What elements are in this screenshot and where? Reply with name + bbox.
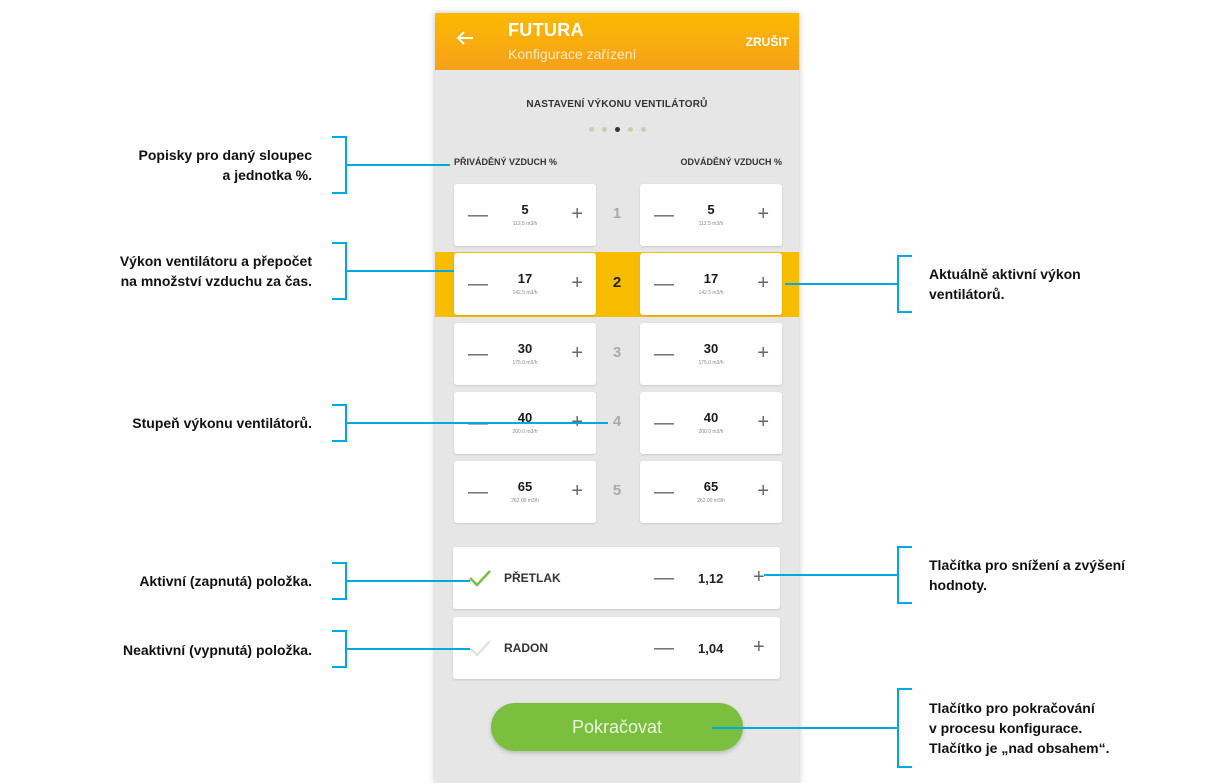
toggle-value: 1,12: [698, 571, 724, 586]
annotation-line: hodnoty.: [929, 577, 988, 593]
app-bar: FUTURA Konfigurace zařízení ZRUŠIT: [435, 13, 799, 70]
annotation-line: Tlačítko pro pokračování: [929, 700, 1095, 716]
toggle-value: 1,04: [698, 641, 724, 656]
continue-button[interactable]: Pokračovat: [491, 703, 743, 751]
level-number[interactable]: 5: [605, 482, 629, 499]
increase-button[interactable]: +: [757, 481, 769, 501]
annotation-line: Popisky pro daný sloupec: [138, 147, 313, 163]
increase-button[interactable]: +: [571, 204, 583, 224]
page-dot: [588, 127, 594, 132]
annotation-buttons: Tlačítka pro snížení a zvýšení hodnoty.: [929, 555, 1125, 595]
app-subtitle: Konfigurace zařízení: [508, 46, 637, 62]
supply-column-header: PŘIVÁDĚNÝ VZDUCH %: [454, 157, 558, 167]
level-number[interactable]: 3: [605, 344, 629, 361]
supply-card-level-2: —17 142.5 m3/h +: [454, 253, 596, 315]
toggle-label: RADON: [504, 641, 548, 655]
phone-screen: FUTURA Konfigurace zařízení ZRUŠIT NASTA…: [435, 13, 799, 783]
toggle-item-radon[interactable]: RADON — 1,04 +: [453, 617, 780, 679]
toggle-item-overpressure[interactable]: PŘETLAK — 1,12 +: [453, 547, 780, 609]
toggle-label: PŘETLAK: [504, 571, 561, 585]
annotation-line: Tlačítka pro snížení a zvýšení: [929, 557, 1126, 573]
decrease-button[interactable]: —: [654, 638, 674, 658]
exhaust-card-level-2: —17 142.5 m3/h +: [640, 253, 782, 315]
exhaust-column-header: ODVÁDĚNÝ VZDUCH %: [680, 157, 782, 167]
annotation-line: v procesu konfigurace.: [929, 720, 1083, 736]
annotation-line: Aktuálně aktivní výkon: [929, 266, 1081, 282]
increase-button[interactable]: +: [571, 481, 583, 501]
check-icon[interactable]: [468, 638, 492, 658]
annotation-continue: Tlačítko pro pokračování v procesu konfi…: [929, 698, 1110, 758]
increase-button[interactable]: +: [571, 343, 583, 363]
level-number[interactable]: 1: [605, 205, 629, 222]
app-title: FUTURA: [508, 20, 584, 40]
level-number[interactable]: 2: [605, 274, 629, 291]
annotation-line: Výkon ventilátoru a přepočet: [119, 253, 312, 269]
annotation-fan-power: Výkon ventilátoru a přepočet na množství…: [120, 251, 312, 291]
cancel-button[interactable]: ZRUŠIT: [746, 35, 789, 49]
exhaust-card-level-3: —30 175.0 m3/h +: [640, 323, 782, 385]
decrease-button[interactable]: —: [654, 568, 674, 588]
page-dot-active: [614, 127, 620, 132]
increase-button[interactable]: +: [753, 567, 765, 587]
exhaust-card-level-1: —5 112.5 m3/h +: [640, 184, 782, 246]
exhaust-card-level-5: —65 262.00 m3/h +: [640, 461, 782, 523]
back-arrow-icon[interactable]: [453, 26, 477, 50]
annotation-line: Tlačítko je „nad obsahem“.: [929, 740, 1110, 756]
annotation-line: na množství vzduchu za čas.: [120, 273, 312, 289]
annotation-active-power: Aktuálně aktivní výkon ventilátorů.: [929, 264, 1081, 304]
annotation-inactive-item: Neaktivní (vypnutá) položka.: [122, 642, 312, 658]
supply-card-level-3: —30 175.0 m3/h +: [454, 323, 596, 385]
increase-button[interactable]: +: [753, 637, 765, 657]
check-icon[interactable]: [468, 568, 492, 588]
annotation-line: ventilátorů.: [929, 286, 1005, 302]
increase-button[interactable]: +: [757, 204, 769, 224]
page-dot: [627, 127, 633, 132]
annotation-line: a jednotka %.: [222, 167, 312, 183]
increase-button[interactable]: +: [757, 343, 769, 363]
increase-button[interactable]: +: [571, 273, 583, 293]
annotation-active-item: Aktivní (zapnutá) položka.: [139, 573, 312, 589]
page-dot: [640, 127, 646, 132]
supply-card-level-1: —5 112.5 m3/h +: [454, 184, 596, 246]
page-dot: [601, 127, 607, 132]
increase-button[interactable]: +: [757, 412, 769, 432]
annotation-level: Stupeň výkonu ventilátorů.: [132, 415, 312, 431]
section-title: NASTAVENÍ VÝKONU VENTILÁTORŮ: [526, 99, 708, 110]
supply-card-level-4: —40 200.0 m3/h +: [454, 392, 596, 454]
level-number[interactable]: 4: [605, 413, 629, 430]
increase-button[interactable]: +: [571, 412, 583, 432]
exhaust-card-level-4: —40 200.0 m3/h +: [640, 392, 782, 454]
supply-card-level-5: —65 262.00 m3/h +: [454, 461, 596, 523]
annotation-column-labels: Popisky pro daný sloupec a jednotka %.: [139, 145, 313, 185]
increase-button[interactable]: +: [757, 273, 769, 293]
page-indicator: [435, 127, 799, 132]
